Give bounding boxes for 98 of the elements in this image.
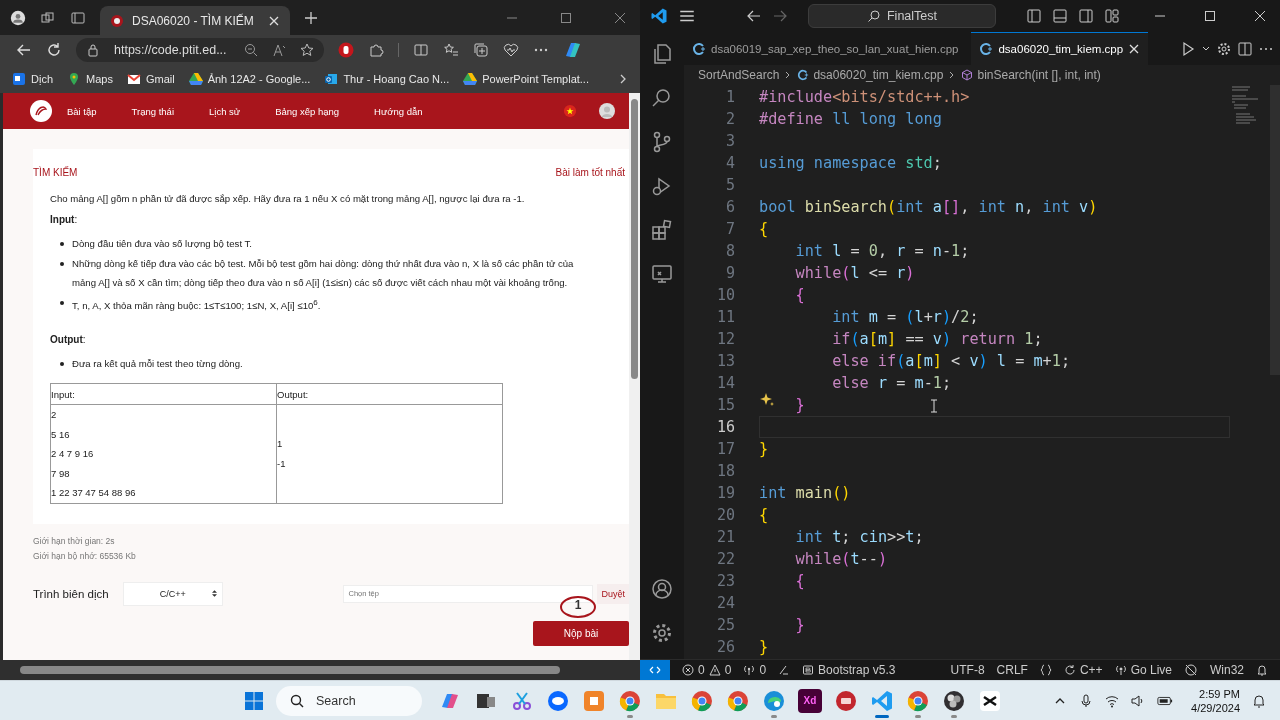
submit-button[interactable]: Nộp bài: [533, 620, 629, 646]
encoding-status[interactable]: UTF-8: [950, 663, 985, 677]
section-heading: Output:: [50, 333, 87, 347]
breadcrumb[interactable]: SortAndSearch: [698, 68, 780, 82]
code-line: int m = (l+r)/2;: [832, 308, 979, 326]
line-number: 12: [715, 330, 735, 348]
compiler-label: Trình biên dịch: [33, 587, 109, 600]
code-line: }: [795, 396, 805, 414]
line-number: 16: [715, 418, 735, 436]
code-line: int l = 0, r = n-1;: [795, 242, 970, 260]
code-line: {: [759, 506, 769, 524]
annotation-bubble: 1: [560, 595, 596, 618]
nav-link[interactable]: Lịch sử: [209, 105, 241, 117]
browse-button[interactable]: Duyệt: [597, 583, 629, 604]
bookmark[interactable]: Dịch: [12, 72, 53, 86]
address-bar[interactable]: https://code.ptit.ed...: [76, 38, 324, 62]
url-text: https://code.ptit.ed...: [114, 43, 228, 57]
line-number: 1: [724, 88, 735, 106]
table-cell: 2 5 16 2 4 7 9 16 7 98 1 22 37 47 54 88 96: [50, 404, 277, 504]
line-number: 6: [724, 198, 735, 216]
line-number: 2: [724, 110, 735, 128]
problem-title: TÌM KIẾM: [33, 167, 78, 178]
nav-link[interactable]: Bảng xếp hạng: [275, 105, 340, 117]
table-header: Output:: [276, 383, 503, 405]
code-line: }: [759, 638, 769, 656]
platform-status[interactable]: Win32: [1210, 663, 1244, 677]
editor-tab[interactable]: dsa06020_tim_kiem.cpp: [971, 32, 1149, 65]
code-line: {: [795, 572, 805, 590]
code-line: while(t--): [795, 550, 888, 568]
code-line: int t; cin>>t;: [795, 528, 924, 546]
limit-text: Giới hạn thời gian: 2s: [33, 534, 116, 548]
code-line: else if(a[m] < v) l = m+1;: [832, 352, 1071, 370]
code-line: }: [795, 616, 805, 634]
command-center[interactable]: FinalTest: [808, 4, 996, 28]
line-number: 18: [715, 462, 735, 480]
line-number: 22: [715, 550, 735, 568]
code-line: bool binSearch(int a[], int n, int v): [759, 198, 1098, 216]
bookmark[interactable]: Thư - Hoang Cao N...: [324, 72, 450, 86]
section-heading: Input:: [50, 213, 79, 226]
problem-statement: Cho mảng A[] gồm n phần tử đã được sắp xếp. Hãy đưa ra 1 nếu X có mặt trong mảng A[], ngược lại đưa ra -1.: [50, 192, 526, 205]
browser-tab[interactable]: DSA06020 - TÌM KIẾM: [100, 6, 290, 35]
language-status[interactable]: C++: [1063, 663, 1103, 677]
line-number: 10: [715, 286, 735, 304]
line-number: 24: [715, 594, 735, 612]
code-line: {: [795, 286, 805, 304]
best-solution-link[interactable]: Bài làm tốt nhất: [555, 167, 625, 178]
bookmark[interactable]: Ảnh 12A2 - Google...: [188, 72, 311, 86]
line-number: 8: [724, 242, 735, 260]
nav-link[interactable]: Bài tập: [67, 105, 97, 117]
table-header: Input:: [50, 383, 277, 405]
go-live-button[interactable]: Go Live: [1114, 663, 1172, 677]
bookmark[interactable]: PowerPoint Templat...: [463, 72, 589, 86]
line-number: 4: [724, 154, 735, 172]
line-number: 20: [715, 506, 735, 524]
code-line: #include<bits/stdc++.h>: [759, 88, 970, 106]
line-number: 7: [724, 220, 735, 238]
line-number: 17: [715, 440, 735, 458]
line-number: 9: [724, 264, 735, 282]
line-ending-status[interactable]: CRLF: [996, 663, 1028, 677]
line-number: 14: [715, 374, 735, 392]
editor-tab[interactable]: dsa06019_sap_xep_theo_so_lan_xuat_hien.cpp: [684, 32, 967, 65]
nav-link[interactable]: Hướng dẫn: [374, 105, 423, 117]
table-cell: 1 -1: [276, 404, 503, 504]
line-number: 3: [724, 132, 735, 150]
code-line: #define ll long long: [759, 110, 942, 128]
line-number: 13: [715, 352, 735, 370]
problems-status[interactable]: 0 0: [682, 663, 732, 677]
ports-status[interactable]: 0: [743, 663, 767, 677]
code-line: using namespace std;: [759, 154, 942, 172]
list-item: Những dòng kế tiếp đưa vào các bộ test. Mỗi bộ test gồm hai dòng: dòng thứ nhất đưa vào n, X là số các phần tử của mảng A[] và số X cần tìm; dòng tiếp theo đưa vào n số A[i] (1≤i≤n) các số được viết cách nhau một vài khoảng trống.: [72, 257, 575, 290]
line-number: 21: [715, 528, 735, 546]
line-number: 15: [715, 396, 735, 414]
list-item: Dòng đầu tiên đưa vào số lượng bộ test T.: [72, 237, 253, 251]
clock[interactable]: 2:59 PM 4/29/2024: [1191, 686, 1240, 715]
line-number: 5: [724, 176, 735, 194]
breadcrumb[interactable]: dsa06020_tim_kiem.cpp: [813, 68, 944, 82]
bookmark[interactable]: Gmail: [126, 72, 175, 86]
line-number: 25: [715, 616, 735, 634]
line-number: 11: [715, 308, 735, 326]
design-app-button[interactable]: Xd: [798, 688, 822, 713]
code-line: int main(): [759, 484, 851, 502]
compiler-select[interactable]: C/C++: [122, 581, 223, 606]
search-field[interactable]: Search: [276, 685, 422, 716]
line-number: 26: [715, 638, 735, 656]
breadcrumb[interactable]: binSearch(int [], int, int): [977, 68, 1101, 82]
code-line: else r = m-1;: [832, 374, 952, 392]
line-number: 19: [715, 484, 735, 502]
limit-text: Giới hạn bộ nhớ: 65536 Kb: [33, 549, 137, 563]
nav-link[interactable]: Trạng thái: [131, 105, 174, 117]
code-line: if(a[m] == v) return 1;: [832, 330, 1043, 348]
code-line: }: [759, 440, 769, 458]
bookmark[interactable]: Maps: [67, 72, 113, 86]
line-number: 23: [715, 572, 735, 590]
bootstrap-status[interactable]: Bootstrap v5.3: [802, 663, 896, 677]
list-item: Đưa ra kết quả mỗi test theo từng dòng.: [72, 357, 243, 372]
code-line: {: [759, 220, 769, 238]
code-line: while(l <= r): [795, 264, 915, 282]
list-item: T, n, A, X thỏa mãn ràng buộc: 1≤T≤100; 1≤N, X, A[i] ≤10$^{6}$.: [72, 297, 321, 314]
